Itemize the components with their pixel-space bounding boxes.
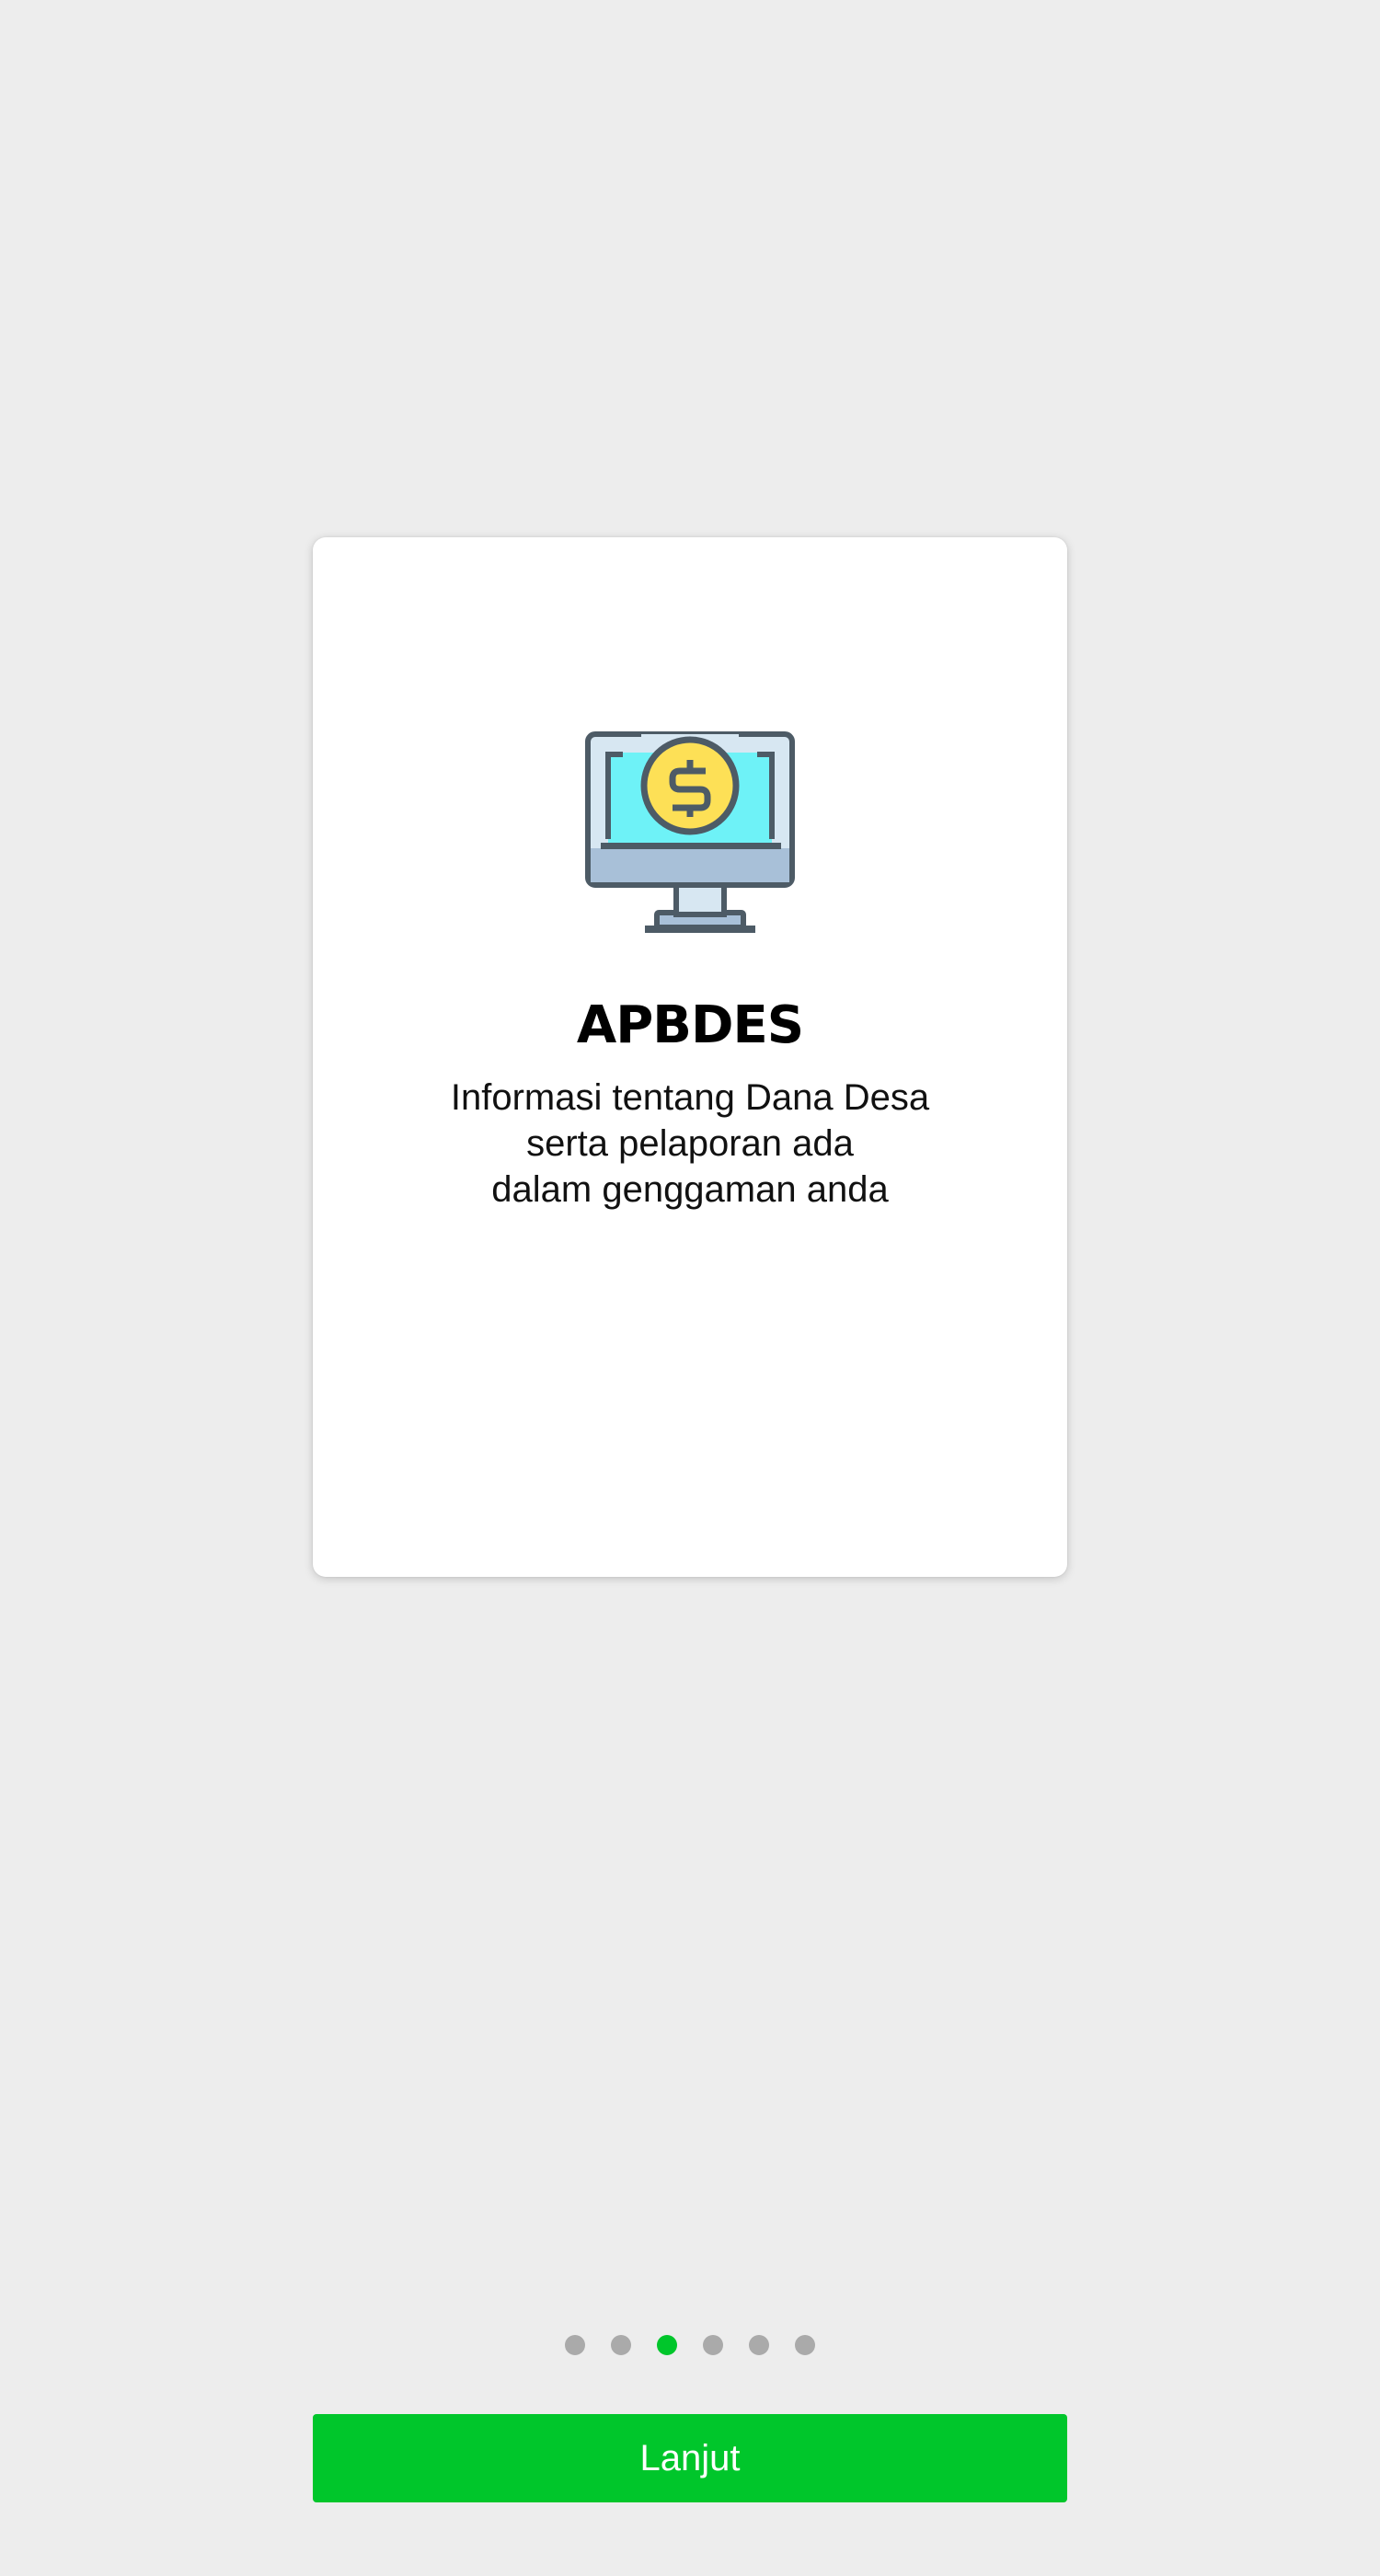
page-dot-active[interactable] — [657, 2335, 677, 2355]
slide-description: Informasi tentang Dana Desa serta pelapo… — [368, 1075, 1012, 1213]
slide-title: APBDES — [576, 995, 804, 1055]
onboarding-card: APBDES Informasi tentang Dana Desa serta… — [313, 537, 1067, 1577]
slide-description-line: Informasi tentang Dana Desa — [450, 1077, 930, 1118]
next-button[interactable]: Lanjut — [313, 2414, 1067, 2502]
slide-description-line: dalam genggaman anda — [491, 1169, 889, 1210]
onboarding-screen: { "slide": { "icon": "monitor-dollar-ico… — [0, 0, 1380, 2576]
page-dot-5[interactable] — [749, 2335, 769, 2355]
page-dot-1[interactable] — [565, 2335, 585, 2355]
monitor-dollar-icon — [584, 730, 796, 942]
page-dot-6[interactable] — [795, 2335, 815, 2355]
page-dot-4[interactable] — [703, 2335, 723, 2355]
slide-description-line: serta pelaporan ada — [526, 1123, 854, 1164]
page-indicator — [0, 2335, 1380, 2355]
page-dot-2[interactable] — [611, 2335, 631, 2355]
